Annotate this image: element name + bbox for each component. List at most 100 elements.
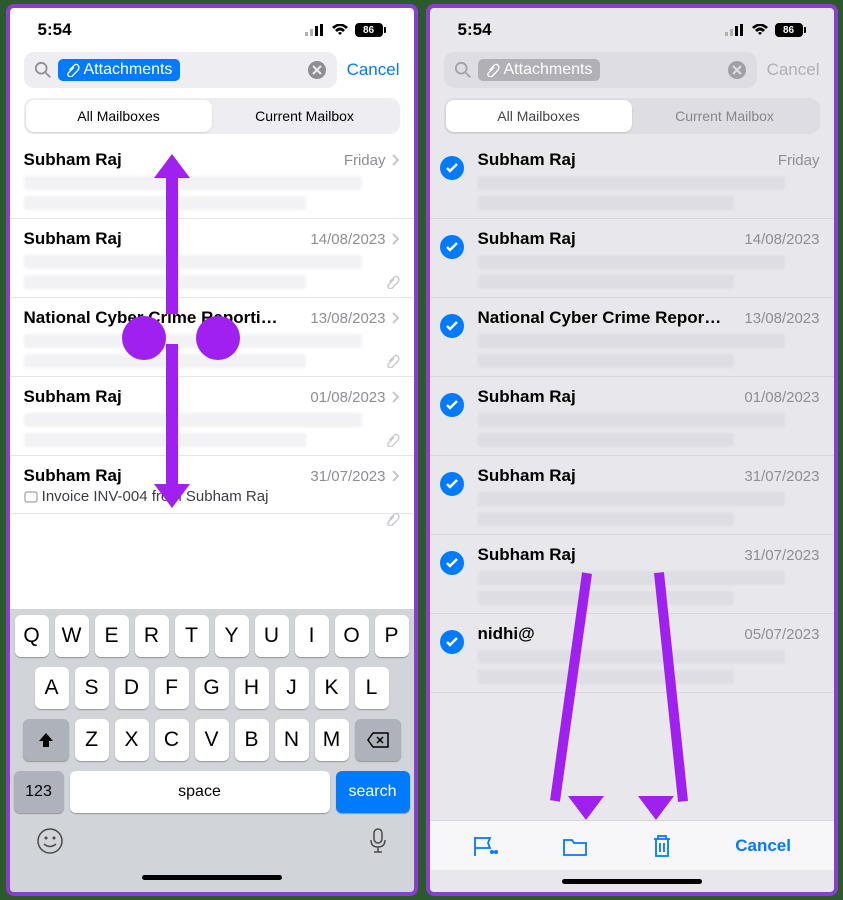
segmented-control[interactable]: All Mailboxes Current Mailbox	[444, 98, 820, 134]
email-preview	[24, 275, 306, 289]
toolbar: Cancel	[430, 820, 834, 870]
tab-current-mailbox[interactable]: Current Mailbox	[212, 100, 398, 132]
annotation-arrowhead	[638, 796, 674, 820]
key-c[interactable]: C	[155, 719, 189, 761]
move-button[interactable]	[561, 834, 589, 858]
email-list[interactable]: Subham Raj Friday Subham Raj 14/08/2023 …	[430, 140, 834, 820]
email-row[interactable]: Subham Raj 31/07/2023	[430, 456, 834, 535]
sender-name: Subham Raj	[478, 387, 576, 407]
emoji-icon[interactable]	[36, 827, 64, 855]
email-subject: Invoice INV-004 from Subham Raj	[24, 488, 400, 505]
email-row[interactable]: Subham Raj Friday	[430, 140, 834, 219]
numeric-key[interactable]: 123	[14, 771, 64, 813]
email-row[interactable]: Subham Raj Friday	[10, 140, 414, 219]
key-h[interactable]: H	[235, 667, 269, 709]
email-date: Friday	[778, 152, 820, 169]
tab-current-mailbox[interactable]: Current Mailbox	[632, 100, 818, 132]
email-preview	[478, 334, 786, 348]
clear-icon[interactable]	[307, 60, 327, 80]
chevron-right-icon	[392, 391, 400, 403]
checkbox-checked[interactable]	[440, 314, 464, 338]
key-n[interactable]: N	[275, 719, 309, 761]
battery-icon: 86	[775, 23, 806, 37]
attachment-icon	[386, 512, 400, 526]
email-date: Friday	[344, 152, 400, 169]
clear-icon[interactable]	[727, 60, 747, 80]
checkbox-checked[interactable]	[440, 235, 464, 259]
key-e[interactable]: E	[95, 615, 129, 657]
shift-key[interactable]	[23, 719, 69, 761]
search-chip-attachments[interactable]: Attachments	[58, 59, 181, 81]
email-row[interactable]: National Cyber Crime Repor… 13/08/2023	[430, 298, 834, 377]
annotation-arrowhead	[568, 796, 604, 820]
key-a[interactable]: A	[35, 667, 69, 709]
sender-name: Subham Raj	[24, 387, 122, 407]
key-s[interactable]: S	[75, 667, 109, 709]
email-preview	[478, 591, 735, 605]
mic-icon[interactable]	[368, 827, 388, 855]
cancel-button[interactable]: Cancel	[347, 60, 400, 80]
trash-button[interactable]	[650, 833, 674, 859]
email-row[interactable]: Subham Raj 31/07/2023	[430, 535, 834, 614]
key-j[interactable]: J	[275, 667, 309, 709]
email-list[interactable]: Subham Raj Friday Subham Raj 14/08/2023 …	[10, 140, 414, 582]
key-i[interactable]: I	[295, 615, 329, 657]
segmented-control[interactable]: All Mailboxes Current Mailbox	[24, 98, 400, 134]
home-indicator[interactable]	[142, 875, 282, 880]
key-t[interactable]: T	[175, 615, 209, 657]
key-x[interactable]: X	[115, 719, 149, 761]
email-row[interactable]: Subham Raj 01/08/2023	[10, 377, 414, 456]
checkbox-checked[interactable]	[440, 156, 464, 180]
email-row[interactable]: Subham Raj 14/08/2023	[10, 219, 414, 298]
tab-all-mailboxes[interactable]: All Mailboxes	[446, 100, 632, 132]
search-icon	[34, 61, 52, 79]
email-row[interactable]: Subham Raj 31/07/2023 Invoice INV-004 fr…	[10, 456, 414, 514]
key-v[interactable]: V	[195, 719, 229, 761]
space-key[interactable]: space	[70, 771, 330, 813]
key-p[interactable]: P	[375, 615, 409, 657]
cellular-icon	[305, 24, 325, 36]
email-preview	[24, 196, 306, 210]
key-u[interactable]: U	[255, 615, 289, 657]
backspace-key[interactable]	[355, 719, 401, 761]
key-m[interactable]: M	[315, 719, 349, 761]
email-date: 31/07/2023	[744, 468, 819, 485]
checkbox-checked[interactable]	[440, 472, 464, 496]
key-q[interactable]: Q	[15, 615, 49, 657]
key-w[interactable]: W	[55, 615, 89, 657]
key-b[interactable]: B	[235, 719, 269, 761]
toolbar-cancel[interactable]: Cancel	[735, 836, 791, 856]
key-f[interactable]: F	[155, 667, 189, 709]
sender-name: Subham Raj	[24, 229, 122, 249]
cancel-button[interactable]: Cancel	[767, 60, 820, 80]
annotation-touch-dot	[122, 316, 166, 360]
key-o[interactable]: O	[335, 615, 369, 657]
key-z[interactable]: Z	[75, 719, 109, 761]
email-row[interactable]: nidhi@ 05/07/2023	[430, 614, 834, 693]
email-row[interactable]: Subham Raj 14/08/2023	[430, 219, 834, 298]
key-g[interactable]: G	[195, 667, 229, 709]
key-l[interactable]: L	[355, 667, 389, 709]
search-field[interactable]: Attachments	[24, 52, 337, 88]
checkbox-checked[interactable]	[440, 393, 464, 417]
sender-name: nidhi@	[478, 624, 535, 644]
email-row[interactable]: Subham Raj 01/08/2023	[430, 377, 834, 456]
tab-all-mailboxes[interactable]: All Mailboxes	[26, 100, 212, 132]
search-field[interactable]: Attachments	[444, 52, 757, 88]
key-y[interactable]: Y	[215, 615, 249, 657]
mark-button[interactable]	[472, 834, 500, 858]
search-key[interactable]: search	[336, 771, 410, 813]
annotation-arrow	[166, 164, 178, 314]
email-preview	[24, 413, 362, 427]
checkbox-checked[interactable]	[440, 630, 464, 654]
keyboard[interactable]: QWERTYUIOP ASDFGHJKL ZXCVBNM 123 space s…	[10, 609, 414, 892]
key-k[interactable]: K	[315, 667, 349, 709]
email-date: 01/08/2023	[310, 389, 399, 406]
home-indicator[interactable]	[562, 879, 702, 884]
email-date: 14/08/2023	[310, 231, 399, 248]
search-chip-attachments[interactable]: Attachments	[478, 59, 601, 81]
key-r[interactable]: R	[135, 615, 169, 657]
key-d[interactable]: D	[115, 667, 149, 709]
checkbox-checked[interactable]	[440, 551, 464, 575]
sender-name: Subham Raj	[478, 545, 576, 565]
